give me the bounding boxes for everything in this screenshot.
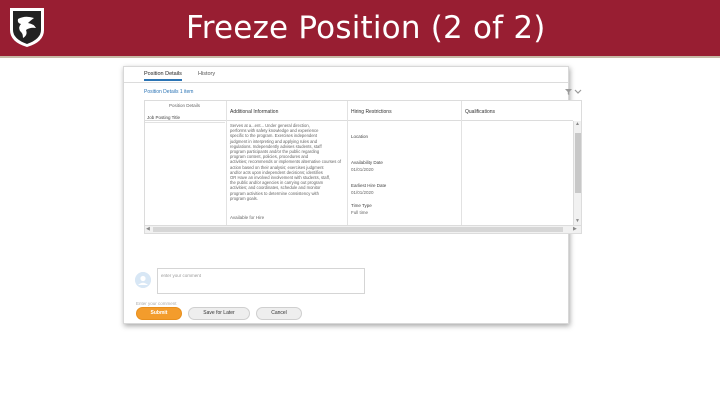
column-header-hiring-restrictions: Hiring Restrictions	[351, 109, 392, 115]
column-divider	[461, 101, 462, 225]
column-divider	[226, 101, 227, 225]
availability-date-label: Availability Date	[351, 160, 383, 165]
user-avatar-icon	[135, 272, 151, 288]
comment-input[interactable]: enter your comment	[157, 268, 365, 294]
scroll-down-icon[interactable]: ▼	[575, 218, 580, 224]
table-header-row: Position Details Additional Information …	[145, 101, 573, 121]
cancel-button[interactable]: Cancel	[256, 307, 302, 320]
earliest-hire-date-label: Earliest Hire Date	[351, 183, 387, 188]
save-for-later-button[interactable]: Save for Later	[188, 307, 250, 320]
time-type-value: Full time	[351, 210, 369, 215]
tab-position-details[interactable]: Position Details	[144, 69, 182, 81]
comment-placeholder: enter your comment	[161, 273, 202, 278]
column-header-position-details: Position Details	[169, 103, 201, 108]
column-header-additional-information: Additional Information	[230, 109, 279, 115]
slide-header: Freeze Position (2 of 2)	[0, 0, 720, 56]
row-divider	[145, 122, 225, 123]
earliest-hire-date-value: 01/01/2020	[351, 190, 374, 195]
slide-title: Freeze Position (2 of 2)	[186, 10, 546, 46]
vertical-scrollbar[interactable]: ▲ ▼	[573, 121, 581, 225]
grid-toolbar	[565, 89, 582, 95]
description-line: activities; recommends or implements alt…	[230, 159, 342, 165]
expand-icon[interactable]	[574, 89, 582, 94]
grid-caption: Position Details 1 item	[144, 89, 194, 95]
vertical-scroll-thumb[interactable]	[575, 133, 581, 193]
workday-screenshot-panel: Position Details History Position Detail…	[123, 66, 582, 324]
tab-history[interactable]: History	[198, 69, 215, 81]
description-line: program goals.	[230, 195, 258, 201]
header-divider	[0, 56, 720, 58]
comment-hint: Enter your comment	[136, 301, 177, 306]
tab-bar: Position Details History	[124, 67, 568, 83]
row-label-job-posting-title: Job Posting Title	[147, 115, 181, 120]
slide: Freeze Position (2 of 2) Position Detail…	[0, 0, 720, 405]
submit-button[interactable]: Submit	[136, 307, 182, 320]
column-header-qualifications: Qualifications	[465, 109, 496, 115]
availability-date-value: 01/01/2020	[351, 167, 374, 172]
scroll-left-icon[interactable]: ◀	[146, 226, 150, 232]
filter-icon[interactable]	[565, 89, 572, 95]
job-description: Serves at a...ent... Under general direc…	[230, 123, 345, 201]
horizontal-scroll-thumb[interactable]	[153, 227, 563, 232]
available-for-hire-label: Available for Hire	[230, 215, 265, 220]
scroll-right-icon[interactable]: ▶	[573, 226, 577, 232]
scroll-up-icon[interactable]: ▲	[575, 121, 580, 127]
hiring-location-label: Location	[351, 134, 369, 139]
time-type-label: Time Type	[351, 203, 372, 208]
university-logo-icon	[10, 8, 44, 47]
column-divider	[347, 101, 348, 225]
position-details-table: Position Details Additional Information …	[144, 100, 582, 234]
horizontal-scrollbar[interactable]: ◀ ▶	[145, 225, 581, 233]
